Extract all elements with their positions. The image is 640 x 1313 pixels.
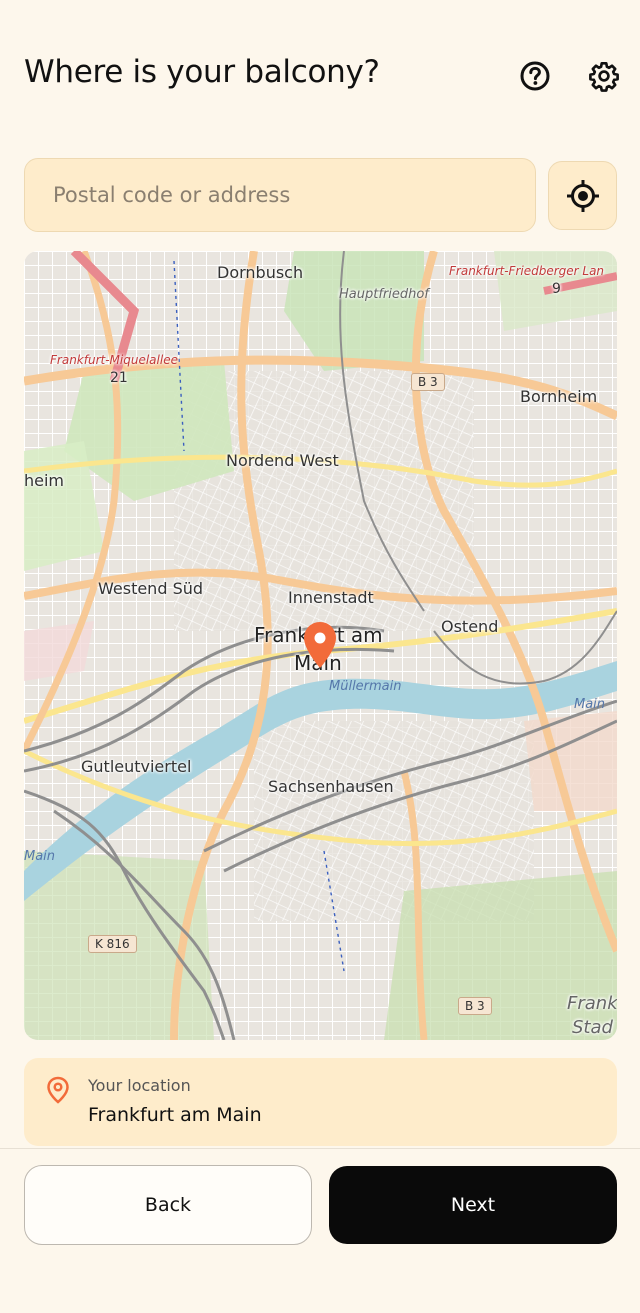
back-button[interactable]: Back bbox=[24, 1165, 312, 1245]
gear-icon bbox=[589, 62, 619, 92]
map-label-gutleutviertel: Gutleutviertel bbox=[81, 757, 192, 776]
settings-button[interactable] bbox=[586, 58, 622, 94]
map-label-frank: Frank bbox=[567, 993, 617, 1014]
page-title: Where is your balcony? bbox=[24, 54, 380, 90]
help-circle-icon bbox=[520, 61, 550, 91]
map-label-westend-sud: Westend Süd bbox=[98, 579, 204, 598]
map-label-stad: Stad bbox=[572, 1017, 613, 1038]
map-label-friedberger-number: 9 bbox=[552, 281, 561, 297]
footer-divider bbox=[0, 1148, 640, 1149]
locate-me-button[interactable] bbox=[548, 161, 617, 230]
map-label-miquelallee: Frankfurt-Miquelallee bbox=[50, 353, 178, 367]
location-label: Your location bbox=[88, 1076, 191, 1095]
road-shield-b3-bottom: B 3 bbox=[458, 997, 492, 1015]
road-shield-k816: K 816 bbox=[88, 935, 137, 953]
map-label-sachsenhausen: Sachsenhausen bbox=[268, 777, 394, 796]
map-label-bornheim: Bornheim bbox=[520, 387, 598, 406]
map-view[interactable]: Dornbusch Hauptfriedhof Frankfurt-Friedb… bbox=[24, 251, 617, 1040]
road-shield-b3-top: B 3 bbox=[411, 373, 445, 391]
address-search-input[interactable] bbox=[24, 158, 536, 232]
map-label-innenstadt: Innenstadt bbox=[288, 588, 374, 607]
map-label-ostend: Ostend bbox=[441, 617, 499, 636]
location-value: Frankfurt am Main bbox=[88, 1104, 262, 1126]
map-label-main-river-left: Main bbox=[24, 849, 56, 864]
map-label-mullermain: Müllermain bbox=[329, 679, 402, 694]
map-pin-icon bbox=[304, 622, 336, 668]
map-label-nordend-west: Nordend West bbox=[226, 451, 339, 470]
map-label-main-river-right: Main bbox=[574, 697, 606, 712]
header: Where is your balcony? bbox=[0, 0, 640, 150]
map-pin-marker[interactable] bbox=[303, 621, 337, 669]
selected-location-card: Your location Frankfurt am Main bbox=[24, 1058, 617, 1146]
map-label-dornbusch: Dornbusch bbox=[217, 263, 304, 282]
next-button[interactable]: Next bbox=[329, 1166, 617, 1244]
crosshair-locate-icon bbox=[566, 179, 599, 212]
help-button[interactable] bbox=[517, 58, 553, 94]
location-pin-icon bbox=[46, 1076, 70, 1108]
map-label-hauptfriedhof: Hauptfriedhof bbox=[339, 287, 429, 302]
map-label-friedberger-landstrasse: Frankfurt-Friedberger Lan bbox=[449, 264, 605, 278]
search-row bbox=[24, 158, 617, 234]
map-label-miquelallee-number: 21 bbox=[110, 370, 128, 386]
map-label-heim: heim bbox=[24, 471, 65, 490]
